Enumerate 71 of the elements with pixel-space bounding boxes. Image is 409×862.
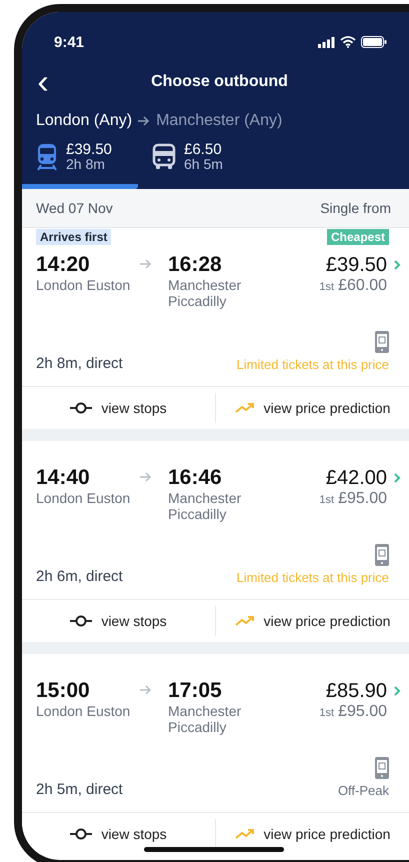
class-label: 1st [319,281,334,293]
origin-label: London (Any) [36,112,132,130]
journey-duration: 2h 5m, direct [36,781,123,798]
depart-time: 15:00 [36,679,91,703]
journey-card[interactable]: 14:40 London Euston 16:46 Manchester Piccadilly £42.00 1st £95.00 2h 6m, direct Limited tickets at this price view stops view price prediction [22,441,409,642]
back-button[interactable]: ‹ [28,65,58,99]
arrive-time: 17:05 [168,679,223,703]
depart-station: London Euston [36,277,132,293]
arrow-icon [138,116,150,126]
arrow-icon [140,259,152,269]
arrive-time: 16:46 [168,466,223,490]
mobile-ticket-icon [375,331,389,353]
price-prediction-button[interactable]: view price prediction [216,813,409,855]
class-label: 1st [319,494,334,506]
ticket-note: Limited tickets at this price [236,570,389,585]
trend-icon [234,828,255,840]
wifi-icon [340,36,356,48]
ticket-note: Off-Peak [338,783,389,798]
price: £85.90 [326,679,387,703]
stops-icon [70,402,92,414]
mobile-ticket-icon [375,544,389,566]
first-class-price: £95.00 [338,703,387,721]
ticket-note: Limited tickets at this price [236,357,389,372]
depart-station: London Euston [36,703,132,719]
mobile-ticket-icon [375,757,389,779]
journey-card[interactable]: 15:00 London Euston 17:05 Manchester Piccadilly £85.90 1st £95.00 2h 5m, direct Off-Peak view stops view price prediction [22,654,409,855]
arrow-icon [140,685,152,695]
journey-duration: 2h 8m, direct [36,355,123,372]
arrow-icon [140,472,152,482]
battery-icon [361,36,387,48]
mode-duration: 6h 5m [184,157,223,172]
chevron-icon [393,473,401,483]
view-stops-button[interactable]: view stops [22,813,215,855]
status-time: 9:41 [54,34,84,50]
depart-time: 14:20 [36,253,91,277]
stops-icon [70,615,92,627]
signal-icon [318,36,335,48]
single-from-label: Single from [320,200,391,216]
view-stops-button[interactable]: view stops [22,600,215,642]
price: £42.00 [326,466,387,490]
price-prediction-button[interactable]: view price prediction [216,600,409,642]
view-stops-button[interactable]: view stops [22,387,215,429]
arrive-station: Manchester Piccadilly [168,490,242,522]
trend-icon [234,615,255,627]
price: £39.50 [326,253,387,277]
date-label: Wed 07 Nov [36,200,113,216]
arrive-time: 16:28 [168,253,223,277]
price-prediction-button[interactable]: view price prediction [216,387,409,429]
journey-card[interactable]: Arrives first Cheapest 14:20 London Euston 16:28 Manchester Piccadilly £39.50 1st £60.00 2h 8m, direct Limited tickets at this price view stops view price prediction [22,228,409,429]
class-label: 1st [319,707,334,719]
train-icon [36,143,58,171]
mode-price: £39.50 [66,142,112,157]
arrive-station: Manchester Piccadilly [168,277,242,309]
screen-title: Choose outbound [150,73,289,91]
first-class-price: £60.00 [338,277,387,295]
mode-duration: 2h 8m [66,157,106,172]
journey-duration: 2h 6m, direct [36,568,123,585]
stops-icon [70,828,92,840]
mode-tab[interactable]: £6.50 6h 5m [138,138,258,189]
destination-label: Manchester (Any) [156,112,282,130]
chevron-icon [393,686,401,696]
tag: Arrives first [36,229,112,245]
chevron-icon [393,260,401,270]
depart-station: London Euston [36,490,132,506]
depart-time: 14:40 [36,466,91,490]
tag: Cheapest [326,229,389,245]
first-class-price: £95.00 [338,490,387,508]
arrive-station: Manchester Piccadilly [168,703,242,735]
bus-icon [152,143,176,171]
trend-icon [234,402,255,414]
mode-price: £6.50 [184,142,223,157]
